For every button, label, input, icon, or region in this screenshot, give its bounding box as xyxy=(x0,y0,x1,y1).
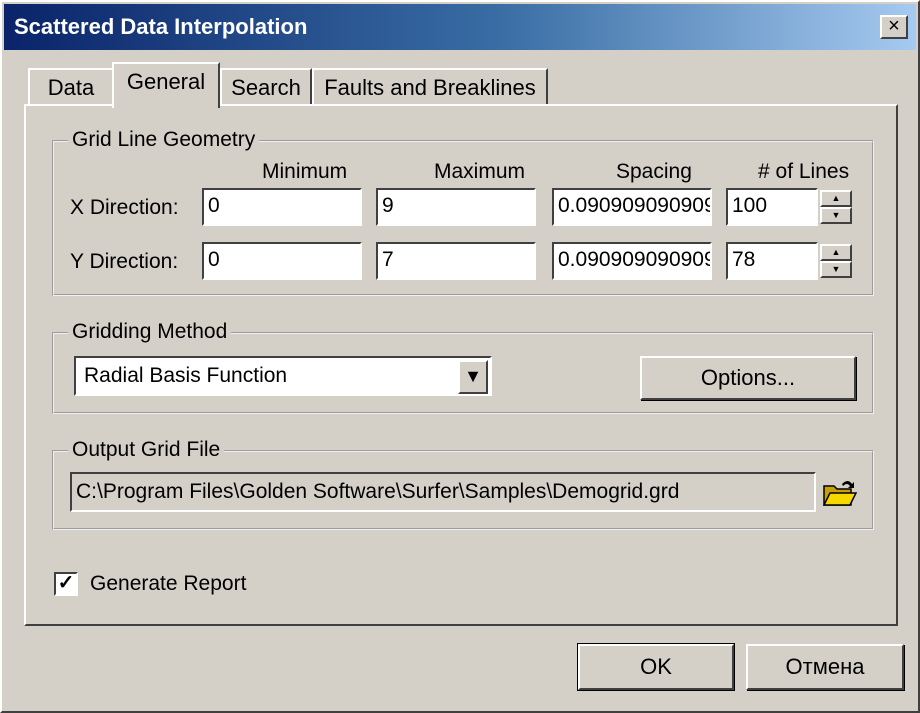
tab-faults-label: Faults and Breaklines xyxy=(324,75,536,100)
x-maximum-field[interactable]: 9 xyxy=(376,188,536,226)
generate-report-checkbox[interactable]: ✓ xyxy=(54,572,78,596)
tab-data-label: Data xyxy=(47,75,95,100)
gridding-method-group: Gridding Method Radial Basis Function ▼ … xyxy=(52,320,874,414)
y-maximum-field[interactable]: 7 xyxy=(376,242,536,280)
gridding-method-value: Radial Basis Function xyxy=(84,364,288,387)
tab-general-label: General xyxy=(126,69,206,94)
output-file-path-field[interactable]: C:\Program Files\Golden Software\Surfer\… xyxy=(70,472,816,512)
chevron-down-icon[interactable]: ▼ xyxy=(458,360,488,394)
maximum-column-header: Maximum xyxy=(434,160,526,183)
gridding-method-select[interactable]: Radial Basis Function ▼ xyxy=(74,356,492,396)
tab-search[interactable]: Search xyxy=(220,68,312,106)
tab-search-label: Search xyxy=(231,75,301,100)
lines-column-header: # of Lines xyxy=(758,160,850,183)
x-spacing-field[interactable]: 0.090909090909 xyxy=(552,188,712,226)
minimum-column-header: Minimum xyxy=(262,160,348,183)
close-button[interactable]: × xyxy=(880,15,908,39)
tab-general[interactable]: General xyxy=(112,62,220,108)
x-direction-label: X Direction: xyxy=(70,196,179,219)
ok-button[interactable]: OK xyxy=(577,643,735,691)
general-tab-panel: Grid Line Geometry Minimum Maximum Spaci… xyxy=(24,104,898,626)
x-lines-down-button[interactable]: ▼ xyxy=(820,207,852,224)
dialog-window: Scattered Data Interpolation × Data Gene… xyxy=(0,0,920,713)
output-grid-file-legend: Output Grid File xyxy=(68,438,225,462)
open-folder-icon[interactable] xyxy=(822,478,858,508)
cancel-button[interactable]: Отмена xyxy=(746,644,904,690)
x-lines-field[interactable]: 100 xyxy=(726,188,818,226)
x-lines-spinner[interactable]: ▲ ▼ xyxy=(820,190,852,224)
x-minimum-field[interactable]: 0 xyxy=(202,188,362,226)
grid-line-geometry-group: Grid Line Geometry Minimum Maximum Spaci… xyxy=(52,128,874,296)
y-lines-up-button[interactable]: ▲ xyxy=(820,244,852,261)
spacing-column-header: Spacing xyxy=(616,160,692,183)
options-button[interactable]: Options... xyxy=(640,356,856,400)
gridding-method-legend: Gridding Method xyxy=(68,320,232,344)
grid-line-geometry-legend: Grid Line Geometry xyxy=(68,128,260,152)
tab-data[interactable]: Data xyxy=(28,68,114,106)
dialog-title: Scattered Data Interpolation xyxy=(14,14,308,39)
y-minimum-field[interactable]: 0 xyxy=(202,242,362,280)
x-lines-up-button[interactable]: ▲ xyxy=(820,190,852,207)
y-lines-spinner[interactable]: ▲ ▼ xyxy=(820,244,852,278)
y-spacing-field[interactable]: 0.090909090909 xyxy=(552,242,712,280)
output-grid-file-group: Output Grid File C:\Program Files\Golden… xyxy=(52,438,874,530)
tab-faults-breaklines[interactable]: Faults and Breaklines xyxy=(312,68,548,106)
y-lines-field[interactable]: 78 xyxy=(726,242,818,280)
y-direction-label: Y Direction: xyxy=(70,250,179,273)
generate-report-label[interactable]: Generate Report xyxy=(90,572,246,596)
title-bar[interactable]: Scattered Data Interpolation × xyxy=(4,4,916,50)
y-lines-down-button[interactable]: ▼ xyxy=(820,261,852,278)
